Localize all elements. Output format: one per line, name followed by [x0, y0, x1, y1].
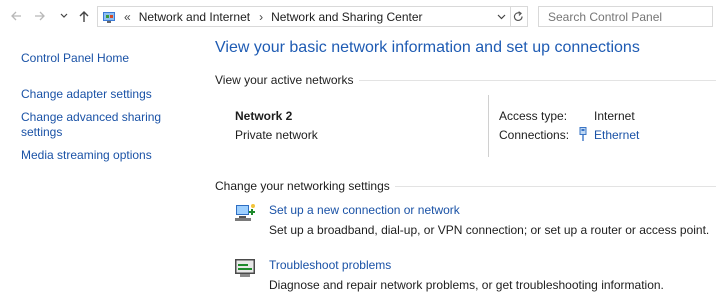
up-button[interactable]	[77, 8, 91, 24]
address-dropdown-icon[interactable]	[497, 14, 506, 20]
search-box[interactable]: Search Control Panel	[538, 6, 713, 27]
access-type-label: Access type:	[499, 109, 568, 123]
recent-locations-button[interactable]	[57, 8, 71, 24]
troubleshoot-icon	[234, 257, 256, 279]
breadcrumb-overflow[interactable]: «	[124, 10, 131, 24]
refresh-icon	[513, 11, 523, 22]
breadcrumb-network-and-internet[interactable]: Network and Internet	[139, 10, 250, 24]
troubleshoot-description: Diagnose and repair network problems, or…	[269, 278, 664, 292]
sidebar-change-adapter-settings[interactable]: Change adapter settings	[21, 87, 152, 102]
forward-button[interactable]	[33, 8, 47, 24]
setup-connection-link[interactable]: Set up a new connection or network	[269, 203, 460, 217]
page-title: View your basic network information and …	[215, 39, 640, 56]
back-arrow-icon	[11, 11, 21, 21]
back-button[interactable]	[9, 8, 23, 24]
network-type: Private network	[235, 128, 318, 142]
vertical-divider	[488, 95, 489, 157]
active-networks-heading: View your active networks	[215, 73, 354, 87]
section-divider	[395, 186, 716, 187]
access-type-value: Internet	[594, 109, 635, 123]
breadcrumb-separator-icon: ›	[259, 10, 264, 24]
search-placeholder: Search Control Panel	[548, 10, 663, 24]
new-connection-icon	[234, 202, 256, 224]
setup-connection-description: Set up a broadband, dial-up, or VPN conn…	[269, 223, 710, 237]
refresh-button[interactable]	[510, 6, 528, 27]
up-arrow-icon	[79, 10, 89, 22]
forward-arrow-icon	[35, 11, 45, 21]
sidebar-control-panel-home[interactable]: Control Panel Home	[21, 51, 129, 66]
ethernet-connection-link[interactable]: Ethernet	[594, 128, 639, 142]
sidebar-media-streaming[interactable]: Media streaming options	[21, 148, 152, 163]
breadcrumb-network-sharing-center[interactable]: Network and Sharing Center	[271, 10, 422, 24]
address-bar[interactable]: « Network and Internet › Network and Sharin…	[97, 6, 511, 27]
control-panel-icon	[103, 12, 115, 23]
ethernet-icon	[579, 127, 587, 141]
chevron-down-icon	[60, 13, 68, 18]
sidebar-change-advanced-sharing[interactable]: Change advanced sharing settings	[21, 110, 181, 140]
network-name: Network 2	[235, 109, 293, 123]
networking-settings-heading: Change your networking settings	[215, 179, 390, 193]
connections-label: Connections:	[499, 128, 570, 142]
section-divider	[359, 80, 716, 81]
troubleshoot-link[interactable]: Troubleshoot problems	[269, 258, 391, 272]
